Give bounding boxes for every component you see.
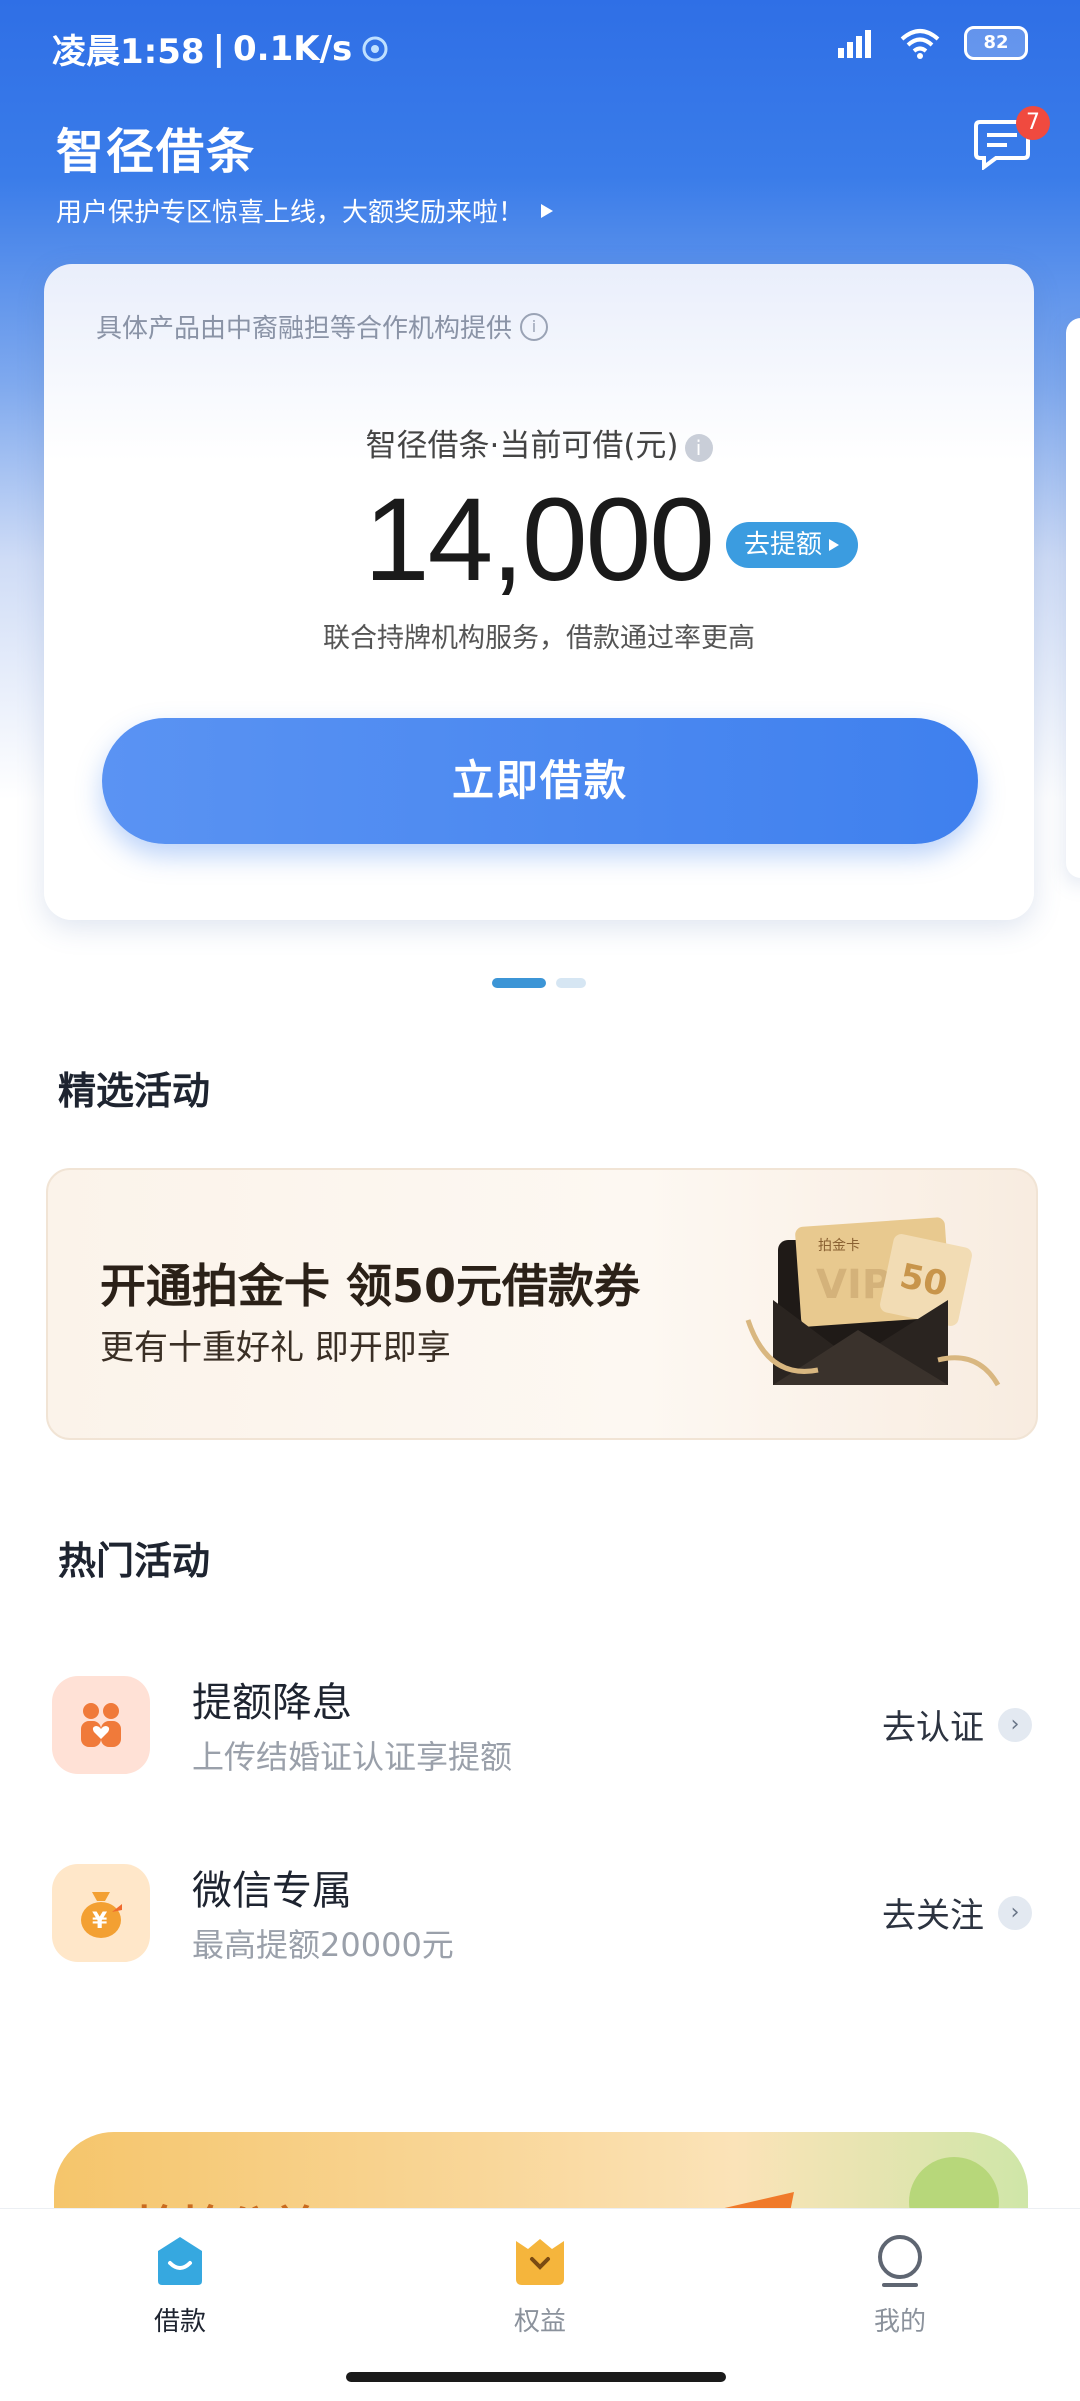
platinum-card-promo[interactable]: 开通拍金卡 领50元借款券 更有十重好礼 即开即享 拍金卡 VIP 50	[46, 1168, 1038, 1440]
hot-item-action: 去认证	[882, 1708, 984, 1748]
tab-benefits[interactable]: 权益	[460, 2233, 620, 2338]
next-card-peek[interactable]	[1066, 318, 1080, 878]
card-label: 拍金卡	[818, 1238, 860, 1254]
limit-label: 智径借条·当前可借(元) i	[44, 420, 1034, 465]
hot-item-title: 微信专属	[192, 1868, 352, 1914]
hot-item-wechat[interactable]: ¥ 微信专属 最高提额20000元 去关注 ›	[52, 1864, 1032, 1974]
follow-button[interactable]: 去关注 ›	[882, 1888, 1032, 1937]
play-arrow-icon	[829, 539, 840, 551]
hot-item-title: 提额降息	[192, 1680, 352, 1726]
wifi-icon	[900, 29, 940, 59]
tab-label: 我的	[873, 2307, 926, 2337]
loan-card: 具体产品由中裔融担等合作机构提供 i 智径借条·当前可借(元) i 14,000 …	[44, 264, 1034, 920]
vip-text: VIP	[816, 1262, 891, 1308]
money-bag-icon: ¥	[52, 1864, 150, 1962]
available-amount: 14,000	[364, 474, 715, 606]
svg-text:¥: ¥	[92, 1909, 108, 1934]
limit-info-icon[interactable]: i	[684, 433, 713, 462]
signal-icon	[838, 30, 871, 58]
card-description: 联合持牌机构服务，借款通过率更高	[323, 623, 755, 654]
hot-item-raise-limit[interactable]: 提额降息 上传结婚证认证享提额 去认证 ›	[52, 1676, 1032, 1786]
vip-envelope-illustration: 拍金卡 VIP 50	[745, 1217, 1001, 1387]
play-arrow-icon	[541, 203, 554, 218]
tab-profile[interactable]: 我的	[820, 2233, 980, 2338]
profile-icon	[878, 2235, 922, 2287]
status-divider: |	[212, 28, 225, 69]
chevron-right-icon: ›	[998, 1895, 1032, 1930]
info-icon[interactable]: i	[520, 312, 549, 341]
chevron-right-icon: ›	[998, 1707, 1032, 1742]
app-header: 智径借条 用户保护专区惊喜上线，大额奖励来啦！	[56, 112, 554, 229]
carousel-dot-active	[492, 978, 546, 988]
money-bag-glyph: ¥	[81, 1892, 122, 1938]
limit-label-text: 智径借条·当前可借(元)	[365, 428, 679, 464]
borrow-now-button[interactable]: 立即借款	[102, 718, 978, 844]
messages-button[interactable]: 7	[972, 106, 1050, 174]
raise-limit-button[interactable]: 去提额	[726, 522, 859, 568]
announcement-text: 用户保护专区惊喜上线，大额奖励来啦！	[56, 198, 525, 228]
battery-indicator: 82	[964, 26, 1028, 60]
provider-note: 具体产品由中裔融担等合作机构提供 i	[96, 308, 549, 345]
raise-limit-label: 去提额	[744, 530, 823, 560]
home-indicator[interactable]	[346, 2372, 726, 2382]
couple-glyph	[81, 1703, 121, 1747]
app-title: 智径借条	[56, 124, 257, 180]
promo-title: 开通拍金卡 领50元借款券	[100, 1259, 641, 1313]
carousel-indicator	[492, 978, 586, 988]
verify-button[interactable]: 去认证 ›	[882, 1700, 1032, 1749]
status-left: 凌晨1:58 | 0.1K/s	[52, 24, 390, 73]
hot-section-title: 热门活动	[58, 1539, 211, 1583]
couple-icon	[52, 1676, 150, 1774]
sync-icon	[362, 36, 388, 61]
tab-label: 借款	[153, 2307, 206, 2337]
announcement-link[interactable]: 用户保护专区惊喜上线，大额奖励来啦！	[56, 192, 554, 229]
status-right: 82	[836, 26, 1028, 60]
featured-section-title: 精选活动	[58, 1069, 211, 1113]
promo-subtitle: 更有十重好礼 即开即享	[100, 1328, 451, 1368]
loan-icon	[158, 2237, 202, 2285]
status-time: 凌晨1:58	[52, 32, 205, 72]
tab-loan[interactable]: 借款	[100, 2233, 260, 2338]
hot-item-action: 去关注	[882, 1896, 984, 1936]
benefits-icon	[516, 2239, 564, 2285]
status-network-speed: 0.1K/s	[233, 28, 353, 69]
provider-note-text: 具体产品由中裔融担等合作机构提供	[96, 314, 513, 344]
status-bar: 凌晨1:58 | 0.1K/s 82	[0, 0, 1080, 92]
hot-item-subtitle: 上传结婚证认证享提额	[192, 1738, 513, 1776]
carousel-dot	[556, 978, 586, 988]
hot-item-subtitle: 最高提额20000元	[192, 1926, 454, 1964]
message-badge: 7	[1016, 106, 1050, 140]
tab-label: 权益	[513, 2307, 566, 2337]
